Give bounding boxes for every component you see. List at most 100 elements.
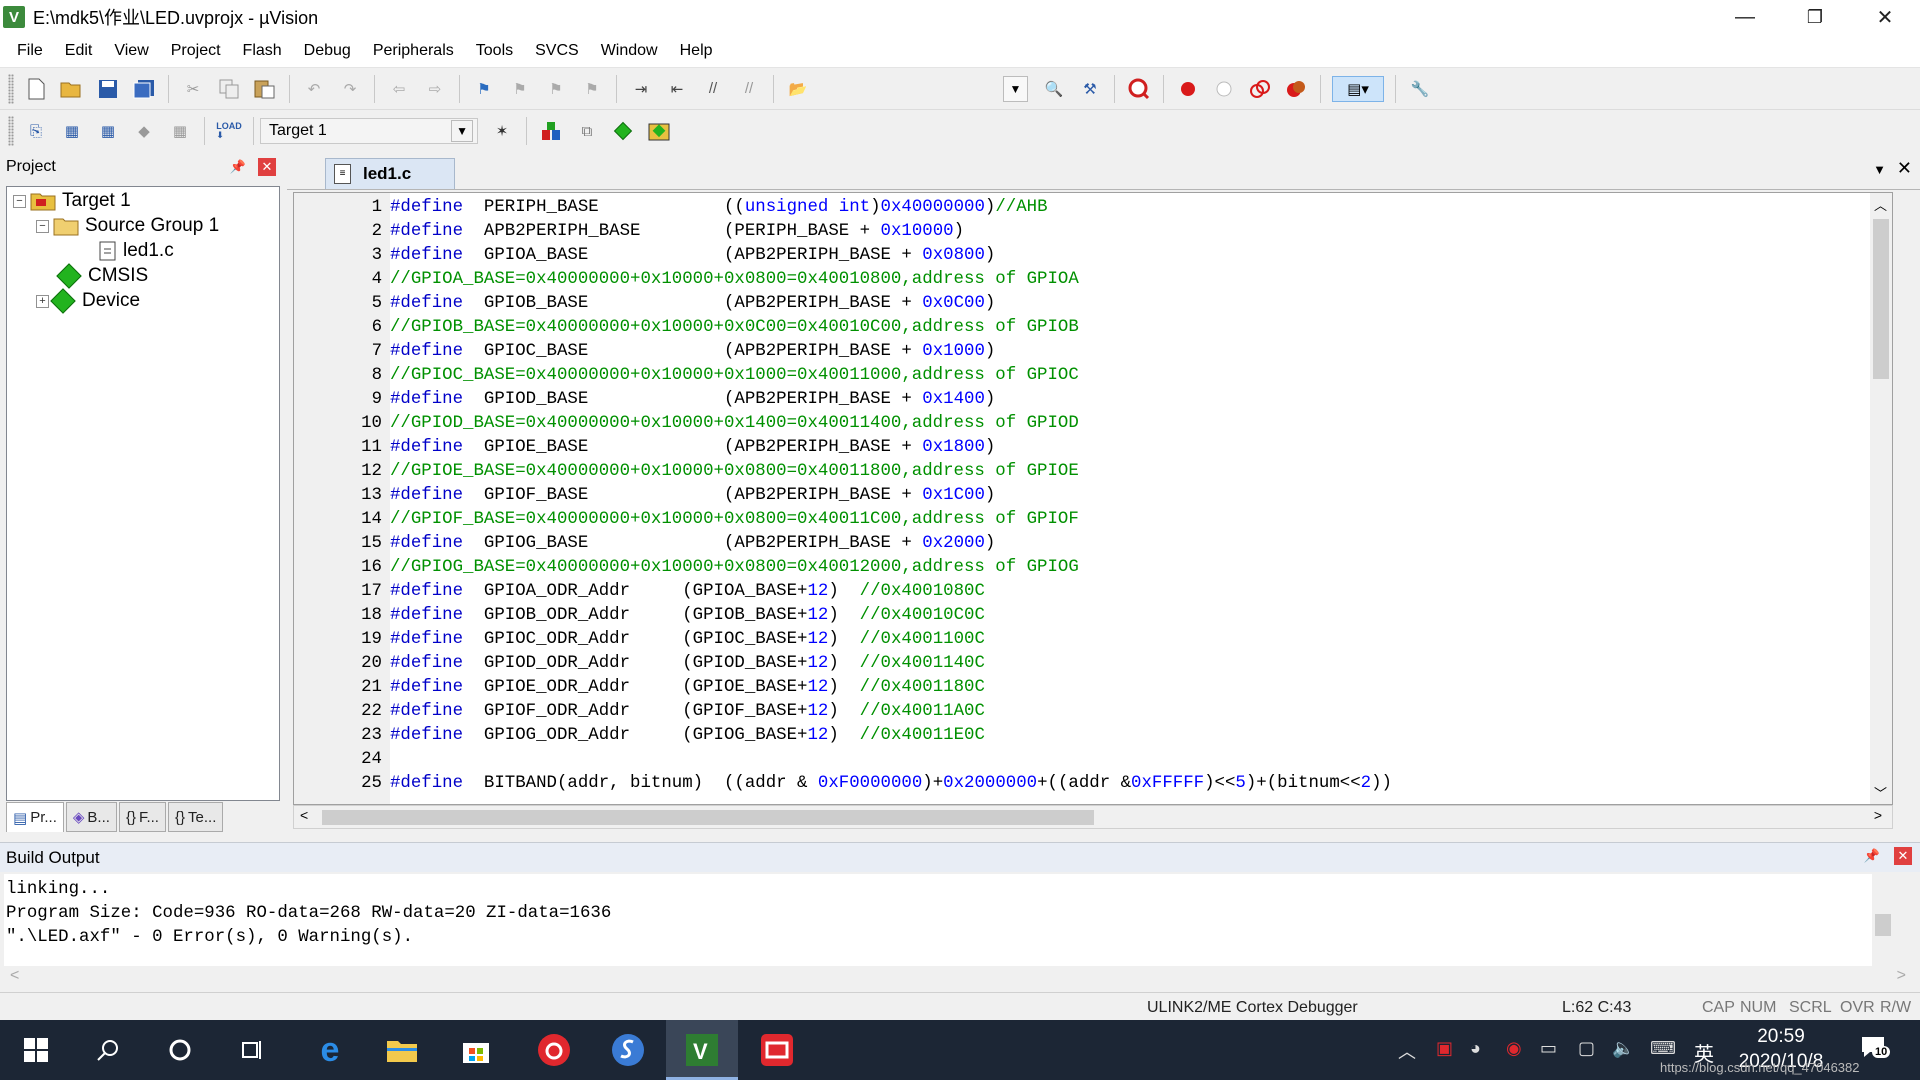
collapse-icon[interactable]: − bbox=[36, 219, 49, 233]
manage-project-items-icon[interactable] bbox=[538, 118, 564, 144]
stop-build-icon[interactable]: ▦ bbox=[167, 118, 193, 144]
collapse-icon[interactable]: − bbox=[13, 194, 26, 208]
close-tab-icon[interactable]: ✕ bbox=[1897, 158, 1912, 179]
menu-view[interactable]: View bbox=[103, 42, 159, 60]
menu-project[interactable]: Project bbox=[160, 42, 232, 60]
close-panel-icon[interactable]: ✕ bbox=[258, 158, 276, 176]
menu-debug[interactable]: Debug bbox=[293, 42, 362, 60]
editor-horizontal-scrollbar[interactable]: < > bbox=[293, 805, 1893, 829]
download-load-icon[interactable]: LOAD ⬇ bbox=[216, 118, 242, 144]
task-view-button[interactable] bbox=[216, 1020, 288, 1080]
taskbar-store[interactable] bbox=[440, 1020, 512, 1080]
tray-app-icon[interactable]: ▣ bbox=[1436, 1038, 1453, 1059]
taskbar-file-explorer[interactable] bbox=[366, 1020, 438, 1080]
taskbar-edge[interactable]: e bbox=[294, 1020, 366, 1080]
taskbar-sogou[interactable] bbox=[592, 1020, 664, 1080]
tab-list-dropdown-icon[interactable]: ▼ bbox=[1873, 162, 1886, 177]
network-icon[interactable]: ▢ bbox=[1578, 1038, 1595, 1059]
configure-icon[interactable]: 🔧 bbox=[1407, 76, 1433, 102]
scroll-thumb[interactable] bbox=[322, 810, 1094, 825]
tab-templates[interactable]: {} Te... bbox=[167, 802, 224, 832]
cortana-button[interactable] bbox=[144, 1020, 216, 1080]
kill-breakpoints-icon[interactable] bbox=[1283, 76, 1309, 102]
menu-window[interactable]: Window bbox=[590, 42, 669, 60]
cut-icon[interactable]: ✂ bbox=[180, 76, 206, 102]
window-layout-icon[interactable]: ▤▾ bbox=[1332, 75, 1384, 102]
scroll-thumb[interactable] bbox=[1873, 219, 1889, 379]
tree-item-device[interactable]: + Device bbox=[36, 287, 140, 315]
find-icon[interactable]: 🔍 bbox=[1041, 76, 1067, 102]
insert-breakpoint-icon[interactable] bbox=[1175, 76, 1201, 102]
minimize-button[interactable]: — bbox=[1710, 0, 1780, 34]
volume-icon[interactable]: 🔈 bbox=[1612, 1038, 1634, 1059]
bookmark-icon[interactable]: ⚑ bbox=[471, 76, 497, 102]
target-select[interactable]: Target 1 ▼ bbox=[260, 118, 478, 144]
next-bookmark-icon[interactable]: ⚑ bbox=[543, 76, 569, 102]
expand-icon[interactable]: + bbox=[36, 294, 49, 308]
close-button[interactable]: ✕ bbox=[1850, 0, 1920, 34]
navigate-forward-icon[interactable]: ⇨ bbox=[422, 76, 448, 102]
tree-item-file[interactable]: led1.c bbox=[99, 237, 174, 265]
pin-icon[interactable]: 📌 bbox=[230, 159, 246, 175]
code-editor[interactable]: 1 #define PERIPH_BASE ((unsigned int)0x40… bbox=[293, 192, 1893, 805]
prev-bookmark-icon[interactable]: ⚑ bbox=[507, 76, 533, 102]
pack-installer-icon[interactable] bbox=[646, 118, 672, 144]
taskbar-uvision[interactable]: V bbox=[666, 1020, 738, 1080]
build-vertical-scrollbar[interactable] bbox=[1872, 874, 1894, 966]
scroll-down-icon[interactable]: ﹀ bbox=[1874, 783, 1887, 802]
build-output-text[interactable]: linking... Program Size: Code=936 RO-dat… bbox=[4, 874, 1894, 966]
editor-vertical-scrollbar[interactable]: ︿ ﹀ bbox=[1870, 193, 1892, 804]
show-hidden-icons-icon[interactable]: ︿ bbox=[1398, 1038, 1416, 1064]
toolbar-grip[interactable] bbox=[8, 73, 14, 104]
scroll-left-icon[interactable]: < bbox=[10, 967, 19, 985]
comment-icon[interactable]: // bbox=[700, 76, 726, 102]
editor-tab-led1[interactable]: ≡ led1.c bbox=[325, 158, 455, 189]
scroll-right-icon[interactable]: > bbox=[1874, 807, 1882, 823]
keyboard-icon[interactable]: ⌨ bbox=[1650, 1038, 1676, 1059]
search-button[interactable] bbox=[72, 1020, 144, 1080]
battery-icon[interactable]: ▭ bbox=[1540, 1038, 1557, 1059]
scroll-thumb[interactable] bbox=[1875, 914, 1891, 936]
menu-edit[interactable]: Edit bbox=[54, 42, 104, 60]
maximize-button[interactable]: ❐ bbox=[1780, 0, 1850, 34]
taskbar-netease-music[interactable] bbox=[518, 1020, 590, 1080]
indent-icon[interactable]: ⇥ bbox=[628, 76, 654, 102]
save-icon[interactable] bbox=[95, 76, 121, 102]
translate-icon[interactable]: ⎘ bbox=[23, 118, 49, 144]
tree-item-source-group[interactable]: − Source Group 1 bbox=[36, 212, 219, 240]
open-file-icon[interactable] bbox=[59, 76, 85, 102]
tree-item-target[interactable]: − Target 1 bbox=[13, 187, 131, 215]
batch-build-icon[interactable]: ◆ bbox=[131, 118, 157, 144]
qq-icon[interactable]: ◕ bbox=[1470, 1038, 1481, 1059]
undo-icon[interactable]: ↶ bbox=[301, 76, 327, 102]
navigate-back-icon[interactable]: ⇦ bbox=[386, 76, 412, 102]
find-in-files-icon[interactable]: 📂 bbox=[785, 76, 811, 102]
find-dropdown[interactable]: ▼ bbox=[1003, 76, 1028, 102]
rebuild-icon[interactable]: ▦ bbox=[95, 118, 121, 144]
disable-breakpoints-icon[interactable] bbox=[1247, 76, 1273, 102]
paste-icon[interactable] bbox=[252, 76, 278, 102]
scroll-left-icon[interactable]: < bbox=[300, 807, 308, 823]
incremental-find-icon[interactable]: ⚒ bbox=[1077, 76, 1103, 102]
tree-item-cmsis[interactable]: CMSIS bbox=[55, 262, 148, 290]
save-all-icon[interactable] bbox=[131, 76, 157, 102]
debug-session-icon[interactable] bbox=[1126, 76, 1152, 102]
tab-books[interactable]: ◈ B... bbox=[65, 802, 117, 832]
enable-breakpoint-icon[interactable] bbox=[1211, 76, 1237, 102]
close-panel-icon[interactable]: ✕ bbox=[1894, 847, 1912, 865]
options-for-target-icon[interactable]: ✶ bbox=[489, 118, 515, 144]
tray-netease-icon[interactable]: ◉ bbox=[1506, 1038, 1522, 1059]
scroll-up-icon[interactable]: ︿ bbox=[1874, 195, 1887, 214]
scroll-right-icon[interactable]: > bbox=[1897, 967, 1906, 985]
menu-peripherals[interactable]: Peripherals bbox=[362, 42, 465, 60]
menu-tools[interactable]: Tools bbox=[465, 42, 524, 60]
new-file-icon[interactable] bbox=[23, 76, 49, 102]
clear-bookmarks-icon[interactable]: ⚑ bbox=[579, 76, 605, 102]
manage-runtime-env-icon[interactable] bbox=[610, 118, 636, 144]
copy-icon[interactable] bbox=[216, 76, 242, 102]
uncomment-icon[interactable]: // bbox=[736, 76, 762, 102]
menu-file[interactable]: File bbox=[6, 42, 54, 60]
pin-icon[interactable]: 📌 bbox=[1864, 848, 1880, 864]
toolbar-grip[interactable] bbox=[8, 116, 14, 146]
menu-help[interactable]: Help bbox=[669, 42, 724, 60]
